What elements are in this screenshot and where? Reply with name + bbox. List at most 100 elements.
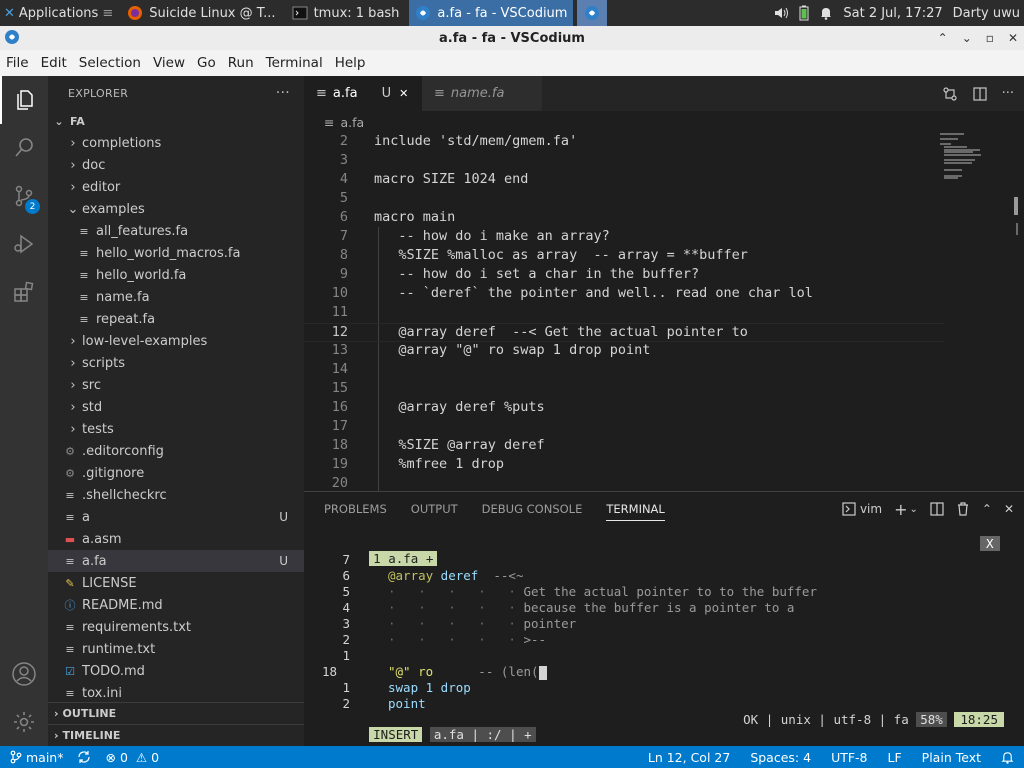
terminal-vim[interactable]: 1 a.fa + X 7 6 @array deref --<~ 5 · · · · ·… bbox=[322, 536, 1014, 742]
close-icon[interactable]: ✕ bbox=[399, 87, 408, 100]
trash-icon[interactable] bbox=[956, 502, 970, 516]
extensions-button[interactable] bbox=[0, 268, 48, 316]
tree-file[interactable]: ⚙ .editorconfig bbox=[48, 440, 304, 462]
tree-file[interactable]: ≡ requirements.txt bbox=[48, 616, 304, 638]
split-terminal-icon[interactable] bbox=[930, 502, 944, 516]
tree-file[interactable]: ≡ .shellcheckrc bbox=[48, 484, 304, 506]
tree-file[interactable]: ≡ repeat.fa bbox=[48, 308, 304, 330]
line-number: 8 bbox=[339, 247, 348, 263]
window-maximize-up-icon[interactable]: ⌃ bbox=[938, 31, 948, 45]
tree-folder[interactable]: › completions bbox=[48, 132, 304, 154]
source-control-button[interactable]: 2 bbox=[0, 172, 48, 220]
tree-file[interactable]: ≡ hello_world_macros.fa bbox=[48, 242, 304, 264]
menu-help[interactable]: Help bbox=[329, 55, 372, 71]
tree-file[interactable]: ⓘ README.md bbox=[48, 594, 304, 616]
asm-file-icon: ▬ bbox=[64, 532, 76, 546]
git-branch[interactable]: main* bbox=[10, 750, 63, 765]
tree-file[interactable]: ✎ LICENSE bbox=[48, 572, 304, 594]
line-ending[interactable]: LF bbox=[888, 750, 902, 765]
tree-file[interactable]: ≡ runtime.txt bbox=[48, 638, 304, 660]
problems-indicator[interactable]: ⊗ 0 ⚠ 0 bbox=[105, 750, 159, 765]
search-button[interactable] bbox=[0, 124, 48, 172]
menu-file[interactable]: File bbox=[0, 55, 35, 71]
tree-folder[interactable]: › doc bbox=[48, 154, 304, 176]
taskbar-item-terminal[interactable]: tmux: 1 bash bbox=[286, 0, 406, 26]
tab-name-fa[interactable]: ≡ name.fa bbox=[422, 76, 542, 111]
tree-file[interactable]: ≡ a.fa U bbox=[48, 550, 304, 572]
taskbar-item-vscodium-2[interactable] bbox=[577, 0, 608, 26]
tree-folder[interactable]: › std bbox=[48, 396, 304, 418]
window-minimize-icon[interactable]: ⌄ bbox=[962, 31, 972, 45]
tree-file[interactable]: ≡ tox.ini bbox=[48, 682, 304, 704]
panel-tab-debug-console[interactable]: DEBUG CONSOLE bbox=[482, 502, 583, 516]
minimap[interactable] bbox=[940, 133, 1012, 193]
close-icon[interactable]: ✕ bbox=[1004, 502, 1014, 516]
clock[interactable]: Sat 2 Jul, 17:27 bbox=[843, 6, 942, 21]
notification-bell-icon[interactable] bbox=[819, 6, 833, 20]
menu-terminal[interactable]: Terminal bbox=[260, 55, 329, 71]
maximize-panel-icon[interactable]: ⌃ bbox=[982, 502, 992, 516]
menu-go[interactable]: Go bbox=[191, 55, 222, 71]
split-editor-icon[interactable] bbox=[972, 86, 988, 102]
explorer-more-actions[interactable]: ··· bbox=[276, 85, 290, 101]
tree-folder[interactable]: ⌄ examples bbox=[48, 198, 304, 220]
vim-line-text: point bbox=[388, 696, 426, 711]
tree-file[interactable]: ≡ name.fa bbox=[48, 286, 304, 308]
vim-line-number: 7 bbox=[342, 552, 350, 567]
window-restore-icon[interactable]: ▫ bbox=[986, 31, 994, 45]
tab-a-fa[interactable]: ≡ a.fa U ✕ bbox=[304, 76, 422, 111]
gear-icon bbox=[12, 710, 36, 734]
new-terminal-plus-icon[interactable]: + bbox=[894, 500, 907, 519]
encoding[interactable]: UTF-8 bbox=[831, 750, 867, 765]
breadcrumb[interactable]: ≡ a.fa bbox=[304, 111, 1024, 133]
taskbar-item-vscodium[interactable]: a.fa - fa - VSCodium bbox=[409, 0, 574, 26]
indentation[interactable]: Spaces: 4 bbox=[750, 750, 811, 765]
menu-selection[interactable]: Selection bbox=[73, 55, 147, 71]
accounts-button[interactable] bbox=[0, 650, 48, 698]
menu-run[interactable]: Run bbox=[222, 55, 260, 71]
more-actions-icon[interactable]: ··· bbox=[1002, 86, 1014, 101]
cursor-position[interactable]: Ln 12, Col 27 bbox=[648, 750, 730, 765]
vim-comment: Get the actual pointer to to the buffer bbox=[523, 584, 817, 599]
tree-folder[interactable]: › scripts bbox=[48, 352, 304, 374]
tree-file[interactable]: ≡ all_features.fa bbox=[48, 220, 304, 242]
window-titlebar[interactable]: a.fa - fa - VSCodium ⌃ ⌄ ▫ ✕ bbox=[0, 26, 1024, 50]
outline-section[interactable]: › OUTLINE bbox=[48, 702, 304, 724]
tree-file[interactable]: ≡ a U bbox=[48, 506, 304, 528]
volume-icon[interactable] bbox=[773, 6, 789, 20]
tree-file[interactable]: ⚙ .gitignore bbox=[48, 462, 304, 484]
tree-folder[interactable]: › editor bbox=[48, 176, 304, 198]
manage-button[interactable] bbox=[0, 698, 48, 746]
tree-folder[interactable]: › low-level-examples bbox=[48, 330, 304, 352]
tree-file[interactable]: ▬ a.asm bbox=[48, 528, 304, 550]
panel-tab-terminal[interactable]: TERMINAL bbox=[606, 502, 665, 521]
terminal-name[interactable]: vim bbox=[860, 502, 882, 516]
applications-menu[interactable]: ✕ Applications ≡ bbox=[0, 0, 117, 26]
workspace-root[interactable]: ⌄ FA bbox=[48, 110, 304, 132]
tree-folder[interactable]: › tests bbox=[48, 418, 304, 440]
tree-file[interactable]: ≡ hello_world.fa bbox=[48, 264, 304, 286]
notification-bell-icon[interactable] bbox=[1001, 751, 1014, 764]
panel-tab-output[interactable]: OUTPUT bbox=[411, 502, 458, 516]
menu-view[interactable]: View bbox=[147, 55, 191, 71]
menu-edit[interactable]: Edit bbox=[35, 55, 73, 71]
taskbar-item-browser[interactable]: Suicide Linux @ T... bbox=[121, 0, 281, 26]
open-changes-icon[interactable] bbox=[942, 86, 958, 102]
tree-file[interactable]: ☑ TODO.md bbox=[48, 660, 304, 682]
tree-folder[interactable]: › src bbox=[48, 374, 304, 396]
line-number: 6 bbox=[339, 209, 348, 225]
breadcrumb-file[interactable]: a.fa bbox=[340, 115, 364, 130]
timeline-section[interactable]: › TIMELINE bbox=[48, 724, 304, 746]
panel-tab-problems[interactable]: PROBLEMS bbox=[324, 502, 387, 516]
scrollbar-marker[interactable] bbox=[1014, 197, 1018, 215]
battery-icon[interactable] bbox=[799, 5, 809, 21]
explorer-button[interactable] bbox=[0, 76, 48, 124]
run-debug-button[interactable] bbox=[0, 220, 48, 268]
window-close-icon[interactable]: ✕ bbox=[1008, 31, 1018, 45]
code-editor[interactable]: 2 include 'std/mem/gmem.fa' 3 4 macro SIZE 1… bbox=[304, 133, 1024, 491]
sync-icon[interactable] bbox=[77, 750, 91, 764]
user-menu[interactable]: Darty uwu bbox=[953, 6, 1020, 21]
vim-close-button[interactable]: X bbox=[980, 536, 1000, 551]
language-mode[interactable]: Plain Text bbox=[922, 750, 981, 765]
chevron-down-icon[interactable]: ⌄ bbox=[909, 504, 917, 515]
